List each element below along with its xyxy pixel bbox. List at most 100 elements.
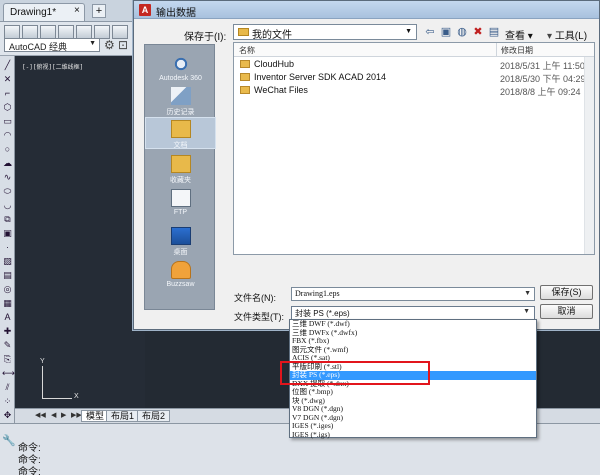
offset-icon[interactable]: ⫽ <box>2 382 13 392</box>
place-label: 收藏夹 <box>170 177 191 184</box>
region-icon[interactable]: ◎ <box>2 284 13 294</box>
place-favorites[interactable]: 收藏夹 <box>145 155 216 185</box>
revision-cloud-icon[interactable]: ☁ <box>2 158 13 168</box>
new-file-icon[interactable] <box>4 25 20 39</box>
drawing-canvas[interactable] <box>15 56 145 408</box>
column-header-name[interactable]: 名称 <box>234 43 497 57</box>
place-buzzsaw[interactable]: Buzzsaw <box>145 261 216 288</box>
document-tab[interactable]: Drawing1* × <box>3 3 85 21</box>
mirror-icon[interactable]: ⟷ <box>2 368 15 378</box>
draw-tool-palette: ╱ ✕ ⌐ ⬡ ▭ ◠ ○ ☁ ∿ ⬭ ◡ ⧉ ▣ · ▨ ▤ ◎ ▦ A ✚ … <box>0 56 15 426</box>
filetype-option[interactable]: 块 (*.dwg) <box>290 397 536 406</box>
new-tab-button[interactable]: + <box>92 4 106 18</box>
polyline-icon[interactable]: ⌐ <box>2 88 13 98</box>
hatch-icon[interactable]: ▨ <box>2 256 13 266</box>
filetype-option[interactable]: IGES (*.iges) <box>290 422 536 431</box>
close-icon[interactable]: × <box>74 5 80 16</box>
save-button[interactable]: 保存(S) <box>540 285 593 300</box>
folder-icon <box>240 73 250 81</box>
list-item[interactable]: CloudHub 2018/5/31 上午 11:50 <box>234 58 594 72</box>
place-label: FTP <box>173 209 188 216</box>
chevron-down-icon: ▼ <box>89 40 96 47</box>
ucs-x-label: X <box>74 393 79 400</box>
gradient-icon[interactable]: ▤ <box>2 270 13 280</box>
new-folder-icon[interactable]: ▤ <box>487 25 501 39</box>
column-header-date[interactable]: 修改日期 <box>497 43 594 57</box>
filetype-option[interactable]: 图元文件 (*.wmf) <box>290 346 536 355</box>
dialog-titlebar[interactable]: A 输出数据 <box>134 1 599 19</box>
arc-icon[interactable]: ◠ <box>2 130 13 140</box>
chevron-down-icon[interactable]: ▼ <box>524 289 531 297</box>
filetype-select[interactable]: 封装 PS (*.eps) ▼ <box>291 306 535 320</box>
workspace-select[interactable]: AutoCAD 经典 ▼ <box>4 38 100 52</box>
back-icon[interactable]: ⇦ <box>423 25 437 39</box>
wrench-icon[interactable]: 🔧 <box>2 434 16 447</box>
filetype-option[interactable]: V8 DGN (*.dgn) <box>290 405 536 414</box>
up-folder-icon[interactable]: ▣ <box>439 25 453 39</box>
save-in-select[interactable]: 我的文件 ▼ <box>233 24 417 41</box>
polygon-icon[interactable]: ⬡ <box>2 102 13 112</box>
table-icon[interactable]: ▦ <box>2 298 13 308</box>
filename-label: 文件名(N): <box>234 293 276 303</box>
spline-icon[interactable]: ∿ <box>2 172 13 182</box>
ucs-y-label: Y <box>40 358 45 365</box>
place-autodesk360[interactable]: Autodesk 360 <box>145 55 216 82</box>
gear-icon[interactable]: ⚙ <box>104 38 115 52</box>
filetype-option[interactable]: IGES (*.igs) <box>290 431 536 440</box>
tool-icon[interactable] <box>112 25 128 39</box>
view-menu[interactable]: 查看 ▾ <box>505 27 533 42</box>
line-tool-icon[interactable]: ╱ <box>2 60 13 70</box>
save-in-value: 我的文件 <box>252 30 292 41</box>
view-menu-label: 查看 <box>505 31 525 42</box>
next-tab-icon[interactable]: ▶ <box>61 411 66 419</box>
undo-icon[interactable] <box>76 25 92 39</box>
open-file-icon[interactable] <box>22 25 38 39</box>
prev-tab-icon[interactable]: ◀ <box>51 411 56 419</box>
viewport-label[interactable]: [-][俯视][二维线框] <box>22 62 83 71</box>
place-documents[interactable]: 文档 <box>145 117 216 149</box>
print-icon[interactable] <box>58 25 74 39</box>
circle-icon[interactable]: ○ <box>2 144 13 154</box>
ellipse-icon[interactable]: ⬭ <box>2 186 13 196</box>
filetype-option[interactable]: 三维 DWFx (*.dwfx) <box>290 329 536 338</box>
save-file-icon[interactable] <box>40 25 56 39</box>
tab-layout1[interactable]: 布局1 <box>106 410 140 422</box>
search-web-icon[interactable]: ◍ <box>455 25 469 39</box>
erase-icon[interactable]: ✎ <box>2 340 13 350</box>
filetype-option[interactable]: FBX (*.fbx) <box>290 337 536 346</box>
workspace-extra-icon[interactable]: ⊡ <box>118 38 128 52</box>
export-data-dialog: A 输出数据 保存于(I): 我的文件 ▼ ⇦ ▣ ◍ ✖ ▤ 查看 ▾ ▾ 工… <box>133 0 600 330</box>
filename-input[interactable]: Drawing1.eps ▼ <box>291 287 535 301</box>
move-icon[interactable]: ✥ <box>2 410 13 420</box>
tab-model[interactable]: 模型 <box>81 410 110 422</box>
add-selected-icon[interactable]: ✚ <box>2 326 13 336</box>
point-icon[interactable]: · <box>2 242 13 252</box>
construction-line-icon[interactable]: ✕ <box>2 74 13 84</box>
filetype-value: 封装 PS (*.eps) <box>295 309 350 318</box>
list-item[interactable]: Inventor Server SDK ACAD 2014 2018/5/30 … <box>234 71 594 85</box>
redo-icon[interactable] <box>94 25 110 39</box>
insert-block-icon[interactable]: ⧉ <box>2 214 13 224</box>
copy-icon[interactable]: ⎘ <box>2 354 13 364</box>
delete-icon[interactable]: ✖ <box>471 25 485 39</box>
place-ftp[interactable]: FTP <box>145 189 216 216</box>
place-history[interactable]: 历史记录 <box>145 87 216 117</box>
file-list-scrollbar[interactable] <box>584 57 594 254</box>
text-icon[interactable]: A <box>2 312 13 322</box>
filetype-option[interactable]: 三维 DWF (*.dwf) <box>290 320 536 329</box>
filetype-option[interactable]: V7 DGN (*.dgn) <box>290 414 536 423</box>
workspace-value: AutoCAD 经典 <box>9 42 68 52</box>
ellipse-arc-icon[interactable]: ◡ <box>2 200 13 210</box>
first-tab-icon[interactable]: ◀◀ <box>35 411 46 419</box>
place-desktop[interactable]: 桌面 <box>145 227 216 257</box>
filetype-option[interactable]: 位图 (*.bmp) <box>290 388 536 397</box>
rectangle-icon[interactable]: ▭ <box>2 116 13 126</box>
place-label: 文档 <box>173 142 188 149</box>
make-block-icon[interactable]: ▣ <box>2 228 13 238</box>
tab-layout2[interactable]: 布局2 <box>137 410 171 422</box>
file-list[interactable]: 名称 修改日期 CloudHub 2018/5/31 上午 11:50 Inve… <box>233 42 595 255</box>
array-icon[interactable]: ⁘ <box>2 396 13 406</box>
list-item[interactable]: WeChat Files 2018/8/8 上午 09:24 <box>234 84 594 98</box>
cancel-button[interactable]: 取消 <box>540 304 593 319</box>
tools-menu[interactable]: ▾ 工具(L) <box>547 27 587 42</box>
